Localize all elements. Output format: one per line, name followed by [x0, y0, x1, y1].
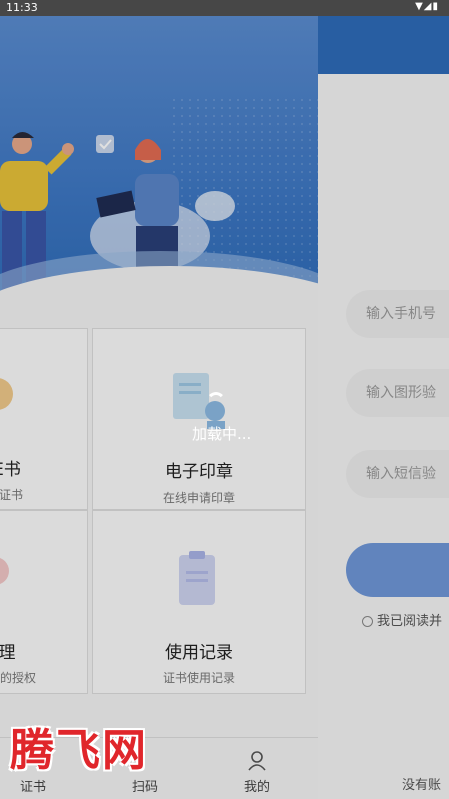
loading-text: 加载中... — [192, 425, 252, 443]
watermark-logo: 腾飞网 — [10, 725, 148, 776]
signal-battery-icons: ▼◢▮ — [415, 1, 439, 12]
loading-spinner-icon — [206, 392, 226, 414]
status-time: 11:33 — [6, 1, 38, 14]
status-bar: 11:33 ▼◢▮ — [0, 0, 449, 16]
